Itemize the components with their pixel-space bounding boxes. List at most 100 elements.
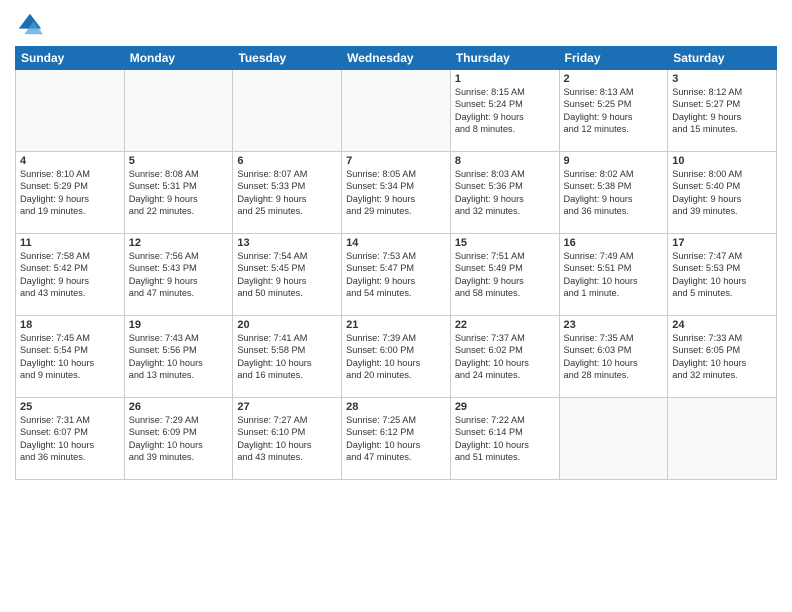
day-header-wednesday: Wednesday	[342, 47, 451, 70]
calendar-cell	[668, 398, 777, 480]
logo-icon	[15, 10, 43, 38]
calendar-table: SundayMondayTuesdayWednesdayThursdayFrid…	[15, 46, 777, 480]
day-number: 17	[672, 237, 772, 249]
cell-info: Sunrise: 8:13 AM Sunset: 5:25 PM Dayligh…	[564, 86, 664, 136]
day-number: 21	[346, 319, 446, 331]
cell-info: Sunrise: 8:08 AM Sunset: 5:31 PM Dayligh…	[129, 168, 229, 218]
cell-info: Sunrise: 8:12 AM Sunset: 5:27 PM Dayligh…	[672, 86, 772, 136]
cell-info: Sunrise: 7:43 AM Sunset: 5:56 PM Dayligh…	[129, 332, 229, 382]
page: SundayMondayTuesdayWednesdayThursdayFrid…	[0, 0, 792, 612]
day-number: 6	[237, 155, 337, 167]
day-number: 5	[129, 155, 229, 167]
calendar-cell: 25Sunrise: 7:31 AM Sunset: 6:07 PM Dayli…	[16, 398, 125, 480]
day-number: 9	[564, 155, 664, 167]
cell-info: Sunrise: 7:45 AM Sunset: 5:54 PM Dayligh…	[20, 332, 120, 382]
cell-info: Sunrise: 7:39 AM Sunset: 6:00 PM Dayligh…	[346, 332, 446, 382]
day-number: 16	[564, 237, 664, 249]
calendar-cell: 27Sunrise: 7:27 AM Sunset: 6:10 PM Dayli…	[233, 398, 342, 480]
cell-info: Sunrise: 7:56 AM Sunset: 5:43 PM Dayligh…	[129, 250, 229, 300]
calendar-cell: 13Sunrise: 7:54 AM Sunset: 5:45 PM Dayli…	[233, 234, 342, 316]
calendar-cell	[559, 398, 668, 480]
calendar-cell: 19Sunrise: 7:43 AM Sunset: 5:56 PM Dayli…	[124, 316, 233, 398]
cell-info: Sunrise: 8:10 AM Sunset: 5:29 PM Dayligh…	[20, 168, 120, 218]
cell-info: Sunrise: 7:47 AM Sunset: 5:53 PM Dayligh…	[672, 250, 772, 300]
cell-info: Sunrise: 7:22 AM Sunset: 6:14 PM Dayligh…	[455, 414, 555, 464]
cell-info: Sunrise: 7:53 AM Sunset: 5:47 PM Dayligh…	[346, 250, 446, 300]
day-number: 19	[129, 319, 229, 331]
calendar-cell: 29Sunrise: 7:22 AM Sunset: 6:14 PM Dayli…	[450, 398, 559, 480]
cell-info: Sunrise: 7:25 AM Sunset: 6:12 PM Dayligh…	[346, 414, 446, 464]
day-header-tuesday: Tuesday	[233, 47, 342, 70]
cell-info: Sunrise: 7:51 AM Sunset: 5:49 PM Dayligh…	[455, 250, 555, 300]
calendar-cell: 24Sunrise: 7:33 AM Sunset: 6:05 PM Dayli…	[668, 316, 777, 398]
calendar-cell: 12Sunrise: 7:56 AM Sunset: 5:43 PM Dayli…	[124, 234, 233, 316]
calendar-cell: 8Sunrise: 8:03 AM Sunset: 5:36 PM Daylig…	[450, 152, 559, 234]
calendar-cell: 21Sunrise: 7:39 AM Sunset: 6:00 PM Dayli…	[342, 316, 451, 398]
day-number: 23	[564, 319, 664, 331]
day-number: 20	[237, 319, 337, 331]
calendar-cell: 20Sunrise: 7:41 AM Sunset: 5:58 PM Dayli…	[233, 316, 342, 398]
week-row-4: 25Sunrise: 7:31 AM Sunset: 6:07 PM Dayli…	[16, 398, 777, 480]
day-header-monday: Monday	[124, 47, 233, 70]
logo	[15, 10, 47, 38]
day-number: 15	[455, 237, 555, 249]
calendar-cell: 14Sunrise: 7:53 AM Sunset: 5:47 PM Dayli…	[342, 234, 451, 316]
day-header-thursday: Thursday	[450, 47, 559, 70]
cell-info: Sunrise: 7:58 AM Sunset: 5:42 PM Dayligh…	[20, 250, 120, 300]
day-number: 4	[20, 155, 120, 167]
cell-info: Sunrise: 7:49 AM Sunset: 5:51 PM Dayligh…	[564, 250, 664, 300]
cell-info: Sunrise: 7:54 AM Sunset: 5:45 PM Dayligh…	[237, 250, 337, 300]
day-number: 7	[346, 155, 446, 167]
cell-info: Sunrise: 8:05 AM Sunset: 5:34 PM Dayligh…	[346, 168, 446, 218]
cell-info: Sunrise: 8:02 AM Sunset: 5:38 PM Dayligh…	[564, 168, 664, 218]
day-number: 14	[346, 237, 446, 249]
day-number: 2	[564, 73, 664, 85]
cell-info: Sunrise: 8:00 AM Sunset: 5:40 PM Dayligh…	[672, 168, 772, 218]
day-number: 28	[346, 401, 446, 413]
week-row-1: 4Sunrise: 8:10 AM Sunset: 5:29 PM Daylig…	[16, 152, 777, 234]
cell-info: Sunrise: 8:15 AM Sunset: 5:24 PM Dayligh…	[455, 86, 555, 136]
calendar-cell: 16Sunrise: 7:49 AM Sunset: 5:51 PM Dayli…	[559, 234, 668, 316]
cell-info: Sunrise: 7:33 AM Sunset: 6:05 PM Dayligh…	[672, 332, 772, 382]
cell-info: Sunrise: 8:07 AM Sunset: 5:33 PM Dayligh…	[237, 168, 337, 218]
calendar-cell: 10Sunrise: 8:00 AM Sunset: 5:40 PM Dayli…	[668, 152, 777, 234]
week-row-2: 11Sunrise: 7:58 AM Sunset: 5:42 PM Dayli…	[16, 234, 777, 316]
cell-info: Sunrise: 7:35 AM Sunset: 6:03 PM Dayligh…	[564, 332, 664, 382]
day-number: 11	[20, 237, 120, 249]
calendar-cell: 6Sunrise: 8:07 AM Sunset: 5:33 PM Daylig…	[233, 152, 342, 234]
week-row-0: 1Sunrise: 8:15 AM Sunset: 5:24 PM Daylig…	[16, 70, 777, 152]
header	[15, 10, 777, 38]
calendar-cell: 22Sunrise: 7:37 AM Sunset: 6:02 PM Dayli…	[450, 316, 559, 398]
cell-info: Sunrise: 7:41 AM Sunset: 5:58 PM Dayligh…	[237, 332, 337, 382]
calendar-cell	[342, 70, 451, 152]
day-number: 13	[237, 237, 337, 249]
calendar-cell	[124, 70, 233, 152]
day-header-row: SundayMondayTuesdayWednesdayThursdayFrid…	[16, 47, 777, 70]
day-number: 24	[672, 319, 772, 331]
day-number: 22	[455, 319, 555, 331]
week-row-3: 18Sunrise: 7:45 AM Sunset: 5:54 PM Dayli…	[16, 316, 777, 398]
day-number: 25	[20, 401, 120, 413]
day-header-friday: Friday	[559, 47, 668, 70]
calendar-cell: 1Sunrise: 8:15 AM Sunset: 5:24 PM Daylig…	[450, 70, 559, 152]
calendar-cell: 4Sunrise: 8:10 AM Sunset: 5:29 PM Daylig…	[16, 152, 125, 234]
cell-info: Sunrise: 7:37 AM Sunset: 6:02 PM Dayligh…	[455, 332, 555, 382]
calendar-cell: 26Sunrise: 7:29 AM Sunset: 6:09 PM Dayli…	[124, 398, 233, 480]
day-number: 29	[455, 401, 555, 413]
cell-info: Sunrise: 7:29 AM Sunset: 6:09 PM Dayligh…	[129, 414, 229, 464]
calendar-cell: 7Sunrise: 8:05 AM Sunset: 5:34 PM Daylig…	[342, 152, 451, 234]
calendar-cell	[16, 70, 125, 152]
day-number: 10	[672, 155, 772, 167]
calendar-cell: 15Sunrise: 7:51 AM Sunset: 5:49 PM Dayli…	[450, 234, 559, 316]
day-header-saturday: Saturday	[668, 47, 777, 70]
day-number: 3	[672, 73, 772, 85]
day-number: 26	[129, 401, 229, 413]
calendar-cell: 18Sunrise: 7:45 AM Sunset: 5:54 PM Dayli…	[16, 316, 125, 398]
calendar-cell: 23Sunrise: 7:35 AM Sunset: 6:03 PM Dayli…	[559, 316, 668, 398]
calendar-cell: 9Sunrise: 8:02 AM Sunset: 5:38 PM Daylig…	[559, 152, 668, 234]
day-number: 18	[20, 319, 120, 331]
calendar-cell: 5Sunrise: 8:08 AM Sunset: 5:31 PM Daylig…	[124, 152, 233, 234]
cell-info: Sunrise: 8:03 AM Sunset: 5:36 PM Dayligh…	[455, 168, 555, 218]
day-number: 27	[237, 401, 337, 413]
cell-info: Sunrise: 7:27 AM Sunset: 6:10 PM Dayligh…	[237, 414, 337, 464]
